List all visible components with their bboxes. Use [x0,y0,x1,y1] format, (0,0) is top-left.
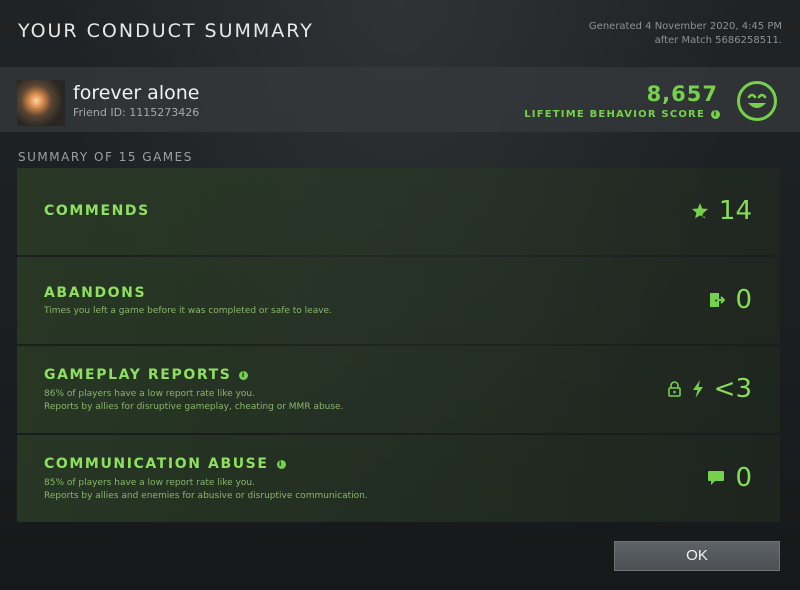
row-title: GAMEPLAY REPORTS i [44,367,249,383]
behavior-score-label: LIFETIME BEHAVIOR SCORE i [524,109,720,120]
row-value: 0 [709,285,752,315]
info-icon[interactable]: i [239,370,249,380]
communication-abuse-row: COMMUNICATION ABUSE i 85% of players hav… [17,435,780,522]
row-title-text: COMMENDS [44,203,150,219]
lightning-icon [692,380,703,398]
chat-bubble-icon [708,471,725,485]
communication-abuse-value: 0 [735,463,752,493]
row-title: COMMUNICATION ABUSE i [44,456,286,472]
row-description: 85% of players have a low report rate li… [44,477,368,503]
commends-value: 14 [718,196,752,226]
gameplay-reports-row: GAMEPLAY REPORTS i 86% of players have a… [17,346,780,433]
friend-id: Friend ID: 1115273426 [73,106,200,119]
player-name[interactable]: forever alone [73,82,199,104]
row-description-line: 85% of players have a low report rate li… [44,478,255,488]
avatar[interactable] [17,80,65,126]
abandons-value: 0 [735,285,752,315]
star-commend-icon [691,203,708,219]
abandons-row: ABANDONS Times you left a game before it… [17,257,780,344]
row-title-text: ABANDONS [44,285,147,301]
dialog-title: YOUR CONDUCT SUMMARY [18,20,314,42]
row-title-text: GAMEPLAY REPORTS [44,367,232,383]
row-title: ABANDONS [44,285,146,301]
behavior-score-label-text: LIFETIME BEHAVIOR SCORE [524,109,705,120]
gameplay-reports-value: <3 [713,374,752,404]
row-value: 0 [707,463,752,493]
profile-bar: forever alone Friend ID: 1115273426 8,65… [0,67,800,132]
row-description-line: Times you left a game before it was comp… [44,306,332,316]
summary-heading: SUMMARY OF 15 GAMES [18,150,193,164]
generated-match: after Match 5686258511. [654,35,782,46]
row-description: Times you left a game before it was comp… [44,305,332,318]
background-ghost-text [0,30,8,64]
generated-timestamp: Generated 4 November 2020, 4:45 PM after… [589,20,782,48]
commends-row: COMMENDS 14 [17,168,780,255]
smiley-face-icon [737,81,777,121]
ok-button[interactable]: OK [614,541,780,571]
lock-icon [667,381,681,397]
row-description-line: Reports by allies and enemies for abusiv… [44,491,368,501]
info-icon[interactable]: i [276,459,286,469]
row-value: 14 [691,196,752,226]
info-icon[interactable]: i [711,110,720,119]
row-title: COMMENDS [44,203,150,219]
row-title-text: COMMUNICATION ABUSE [44,456,269,472]
conduct-rows: COMMENDS 14 ABANDONS Times you left a ga… [17,168,780,524]
exit-door-icon [710,293,726,307]
row-description-line: 86% of players have a low report rate li… [44,389,255,399]
row-value: <3 [667,374,752,404]
behavior-score-value: 8,657 [646,82,718,106]
generated-date: Generated 4 November 2020, 4:45 PM [588,21,782,32]
row-description: 86% of players have a low report rate li… [44,388,343,414]
row-description-line: Reports by allies for disruptive gamepla… [44,402,344,412]
